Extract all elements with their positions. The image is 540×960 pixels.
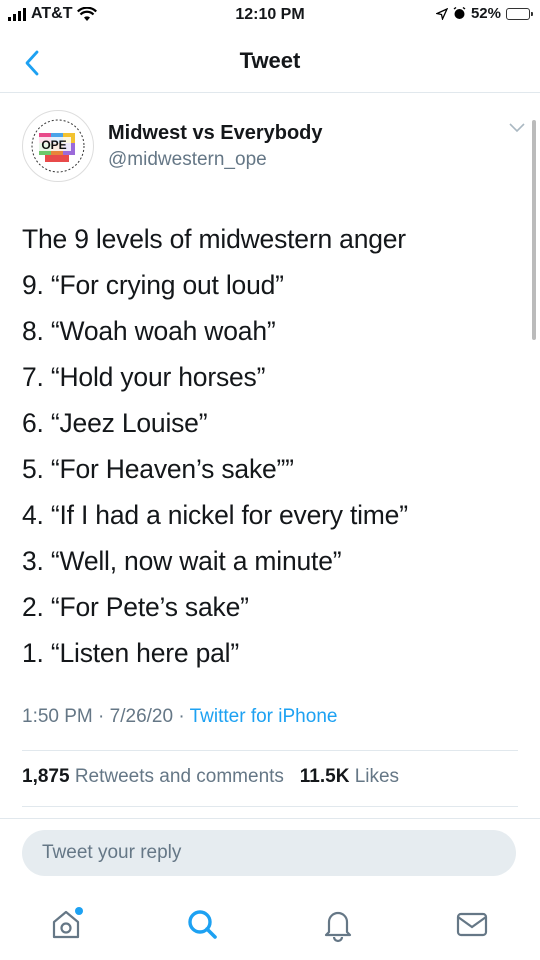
tweet-source-link[interactable]: Twitter for iPhone xyxy=(190,706,338,727)
tweet-line: 9. “For crying out loud” xyxy=(22,270,284,300)
divider xyxy=(22,806,518,807)
tweet-time: 1:50 PM xyxy=(22,706,93,727)
divider xyxy=(22,750,518,751)
tweet-line: 1. “Listen here pal” xyxy=(22,638,239,668)
tweet-body: The 9 levels of midwestern anger 9. “For… xyxy=(22,216,522,676)
alarm-icon xyxy=(453,7,466,19)
status-right: 52% xyxy=(435,5,533,22)
nav-bar: Tweet xyxy=(0,36,540,93)
location-icon xyxy=(435,7,448,20)
reply-placeholder: Tweet your reply xyxy=(42,842,182,863)
battery-percent: 52% xyxy=(470,5,501,22)
battery-icon xyxy=(506,7,533,20)
meta-separator: · xyxy=(98,706,105,727)
tweet-line: 2. “For Pete’s sake” xyxy=(22,592,249,622)
chevron-down-icon[interactable] xyxy=(507,120,527,136)
tweet-date: 7/26/20 xyxy=(109,706,174,727)
scrollbar[interactable] xyxy=(532,120,536,340)
avatar[interactable]: OPE xyxy=(22,110,94,182)
page-title: Tweet xyxy=(239,48,301,73)
author-handle[interactable]: @midwestern_ope xyxy=(108,149,267,171)
reply-divider xyxy=(0,818,540,819)
retweets-count[interactable]: 1,875 xyxy=(22,766,70,787)
tweet-stats[interactable]: 1,875 Retweets and comments 11.5K Likes xyxy=(22,766,399,788)
likes-label[interactable]: Likes xyxy=(355,766,399,787)
search-icon[interactable] xyxy=(182,904,222,944)
tweet-line: 8. “Woah woah woah” xyxy=(22,316,276,346)
meta-separator: · xyxy=(178,706,185,727)
tweet-line: 5. “For Heaven’s sake”” xyxy=(22,454,294,484)
avatar-logo-icon: OPE xyxy=(24,112,92,180)
tweet-line: 7. “Hold your horses” xyxy=(22,362,266,392)
retweets-label[interactable]: Retweets and comments xyxy=(75,766,284,787)
tweet-line: 4. “If I had a nickel for every time” xyxy=(22,500,408,530)
avatar-text: OPE xyxy=(41,138,66,152)
tweet-meta: 1:50 PM · 7/26/20 · Twitter for iPhone xyxy=(22,706,337,728)
author-name[interactable]: Midwest vs Everybody xyxy=(108,122,323,145)
tweet-line: 6. “Jeez Louise” xyxy=(22,408,208,438)
tweet-author[interactable]: OPE Midwest vs Everybody @midwestern_ope xyxy=(22,108,527,188)
home-icon[interactable] xyxy=(46,904,86,944)
tweet-title: The 9 levels of midwestern anger xyxy=(22,224,406,254)
notifications-icon[interactable] xyxy=(318,904,358,944)
messages-icon[interactable] xyxy=(452,904,492,944)
reply-input[interactable]: Tweet your reply xyxy=(22,830,516,876)
likes-count[interactable]: 11.5K xyxy=(300,766,350,787)
tweet-line: 3. “Well, now wait a minute” xyxy=(22,546,342,576)
tab-bar xyxy=(0,890,540,960)
status-bar: AT&T 12:10 PM 52% xyxy=(0,0,540,34)
